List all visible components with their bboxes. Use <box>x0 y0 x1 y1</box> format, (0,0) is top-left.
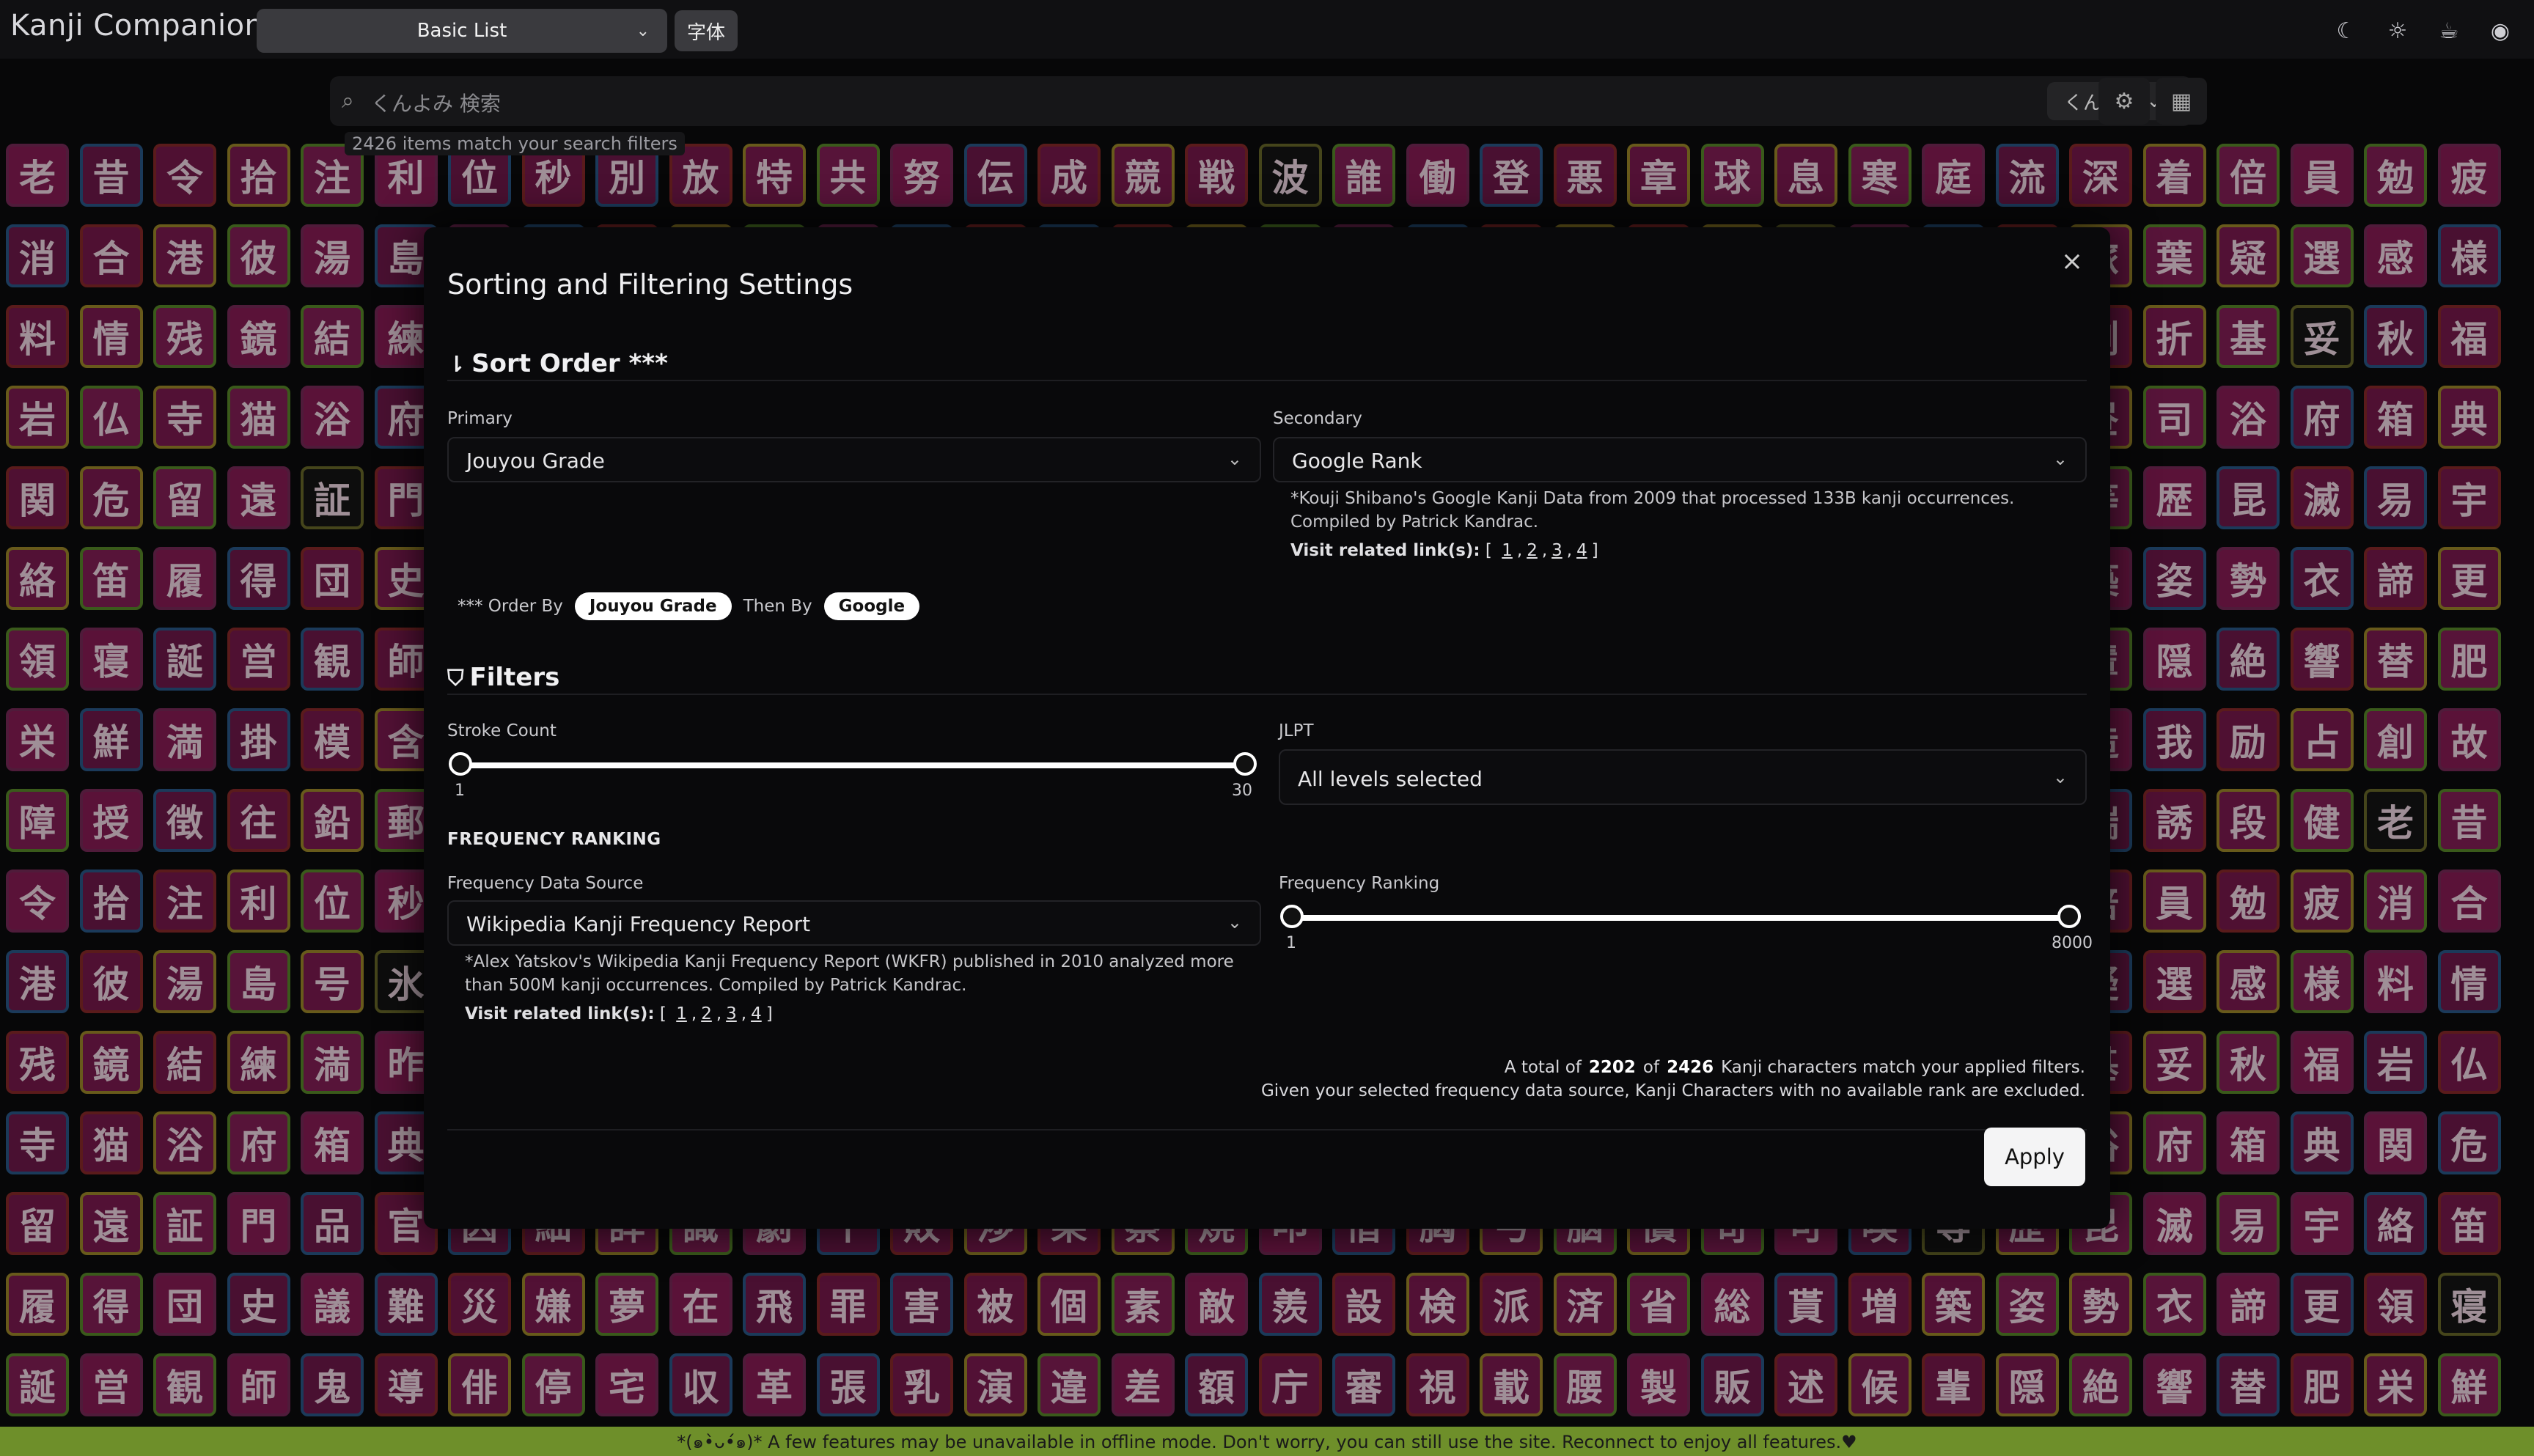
filters-heading: ⛉ Filters <box>447 663 560 692</box>
secondary-label: Secondary <box>1273 409 1362 428</box>
chevron-down-icon: ⌄ <box>636 22 650 40</box>
filter-summary: A total of 2202 of 2426 Kanji characters mat… <box>1261 1056 2085 1103</box>
settings-modal: × Sorting and Filtering Settings ⇂ Sort O… <box>424 227 2110 1229</box>
match-count-hint: 2426 items match your search filters <box>345 132 685 155</box>
total-count: 2426 <box>1667 1058 1714 1077</box>
stroke-min-handle[interactable] <box>449 752 472 776</box>
list-type-value: Basic List <box>416 20 507 42</box>
frequency-ranking-heading: FREQUENCY RANKING <box>447 830 661 849</box>
sort-order-heading: ⇂ Sort Order *** <box>447 349 668 378</box>
coffee-icon[interactable]: ☕ <box>2428 12 2469 50</box>
frequency-related-links: Visit related link(s): [ 1, 2, 3, 4] <box>465 1004 773 1023</box>
stroke-max-handle[interactable] <box>1233 752 1257 776</box>
primary-sort-value: Jouyou Grade <box>466 449 605 473</box>
exclusion-note: Given your selected frequency data sourc… <box>1260 1081 2085 1100</box>
moon-icon[interactable]: ☾ <box>2326 12 2367 50</box>
search-bar: ⌕ くんよみ 検索 くんよみ ⌄ <box>330 76 2192 126</box>
app-title: Kanji Companion <box>10 9 264 43</box>
related-link[interactable]: 1 <box>1502 541 1513 560</box>
order-by-chip: Jouyou Grade <box>574 592 732 620</box>
order-summary-row: *** Order By Jouyou Grade Then By Google <box>458 592 920 620</box>
close-icon[interactable]: × <box>2056 245 2088 277</box>
related-link[interactable]: 4 <box>1576 541 1587 560</box>
divider <box>447 380 2087 381</box>
jlpt-select[interactable]: All levels selected ⌄ <box>1279 749 2087 805</box>
then-by-chip: Google <box>823 592 920 620</box>
frequency-ranking-label: Frequency Ranking <box>1279 874 1440 893</box>
related-link[interactable]: 4 <box>751 1004 762 1023</box>
modal-title: Sorting and Filtering Settings <box>447 268 853 301</box>
frequency-ranking-slider-track[interactable] <box>1290 915 2075 921</box>
frequency-source-value: Wikipedia Kanji Frequency Report <box>466 912 811 936</box>
frequency-source-note: *Alex Yatskov's Wikipedia Kanji Frequenc… <box>465 952 1234 995</box>
apply-button[interactable]: Apply <box>1984 1128 2085 1186</box>
discord-icon[interactable]: ◉ <box>2480 12 2521 50</box>
chevron-down-icon: ⌄ <box>2052 449 2068 469</box>
related-link[interactable]: 2 <box>1527 541 1538 560</box>
matched-count: 2202 <box>1588 1058 1636 1077</box>
chevron-down-icon: ⌄ <box>1227 912 1242 933</box>
stroke-count-label: Stroke Count <box>447 721 557 740</box>
secondary-related-links: Visit related link(s): [ 1, 2, 3, 4] <box>1290 541 1598 560</box>
then-by-label: Then By <box>743 597 812 616</box>
ranking-min-handle[interactable] <box>1280 905 1304 928</box>
filter-settings-icon[interactable]: ⚙ <box>2098 78 2150 125</box>
ranking-max-handle[interactable] <box>2057 905 2081 928</box>
sort-icon: ⇂ <box>447 352 466 378</box>
primary-label: Primary <box>447 409 513 428</box>
top-bar: Kanji Companion Basic List ⌄ 字体 ☾ ☼ ☕ ◉ <box>0 0 2534 59</box>
search-icon: ⌕ <box>342 88 354 114</box>
primary-sort-select[interactable]: Jouyou Grade ⌄ <box>447 437 1261 482</box>
grid-view-icon[interactable]: ▦ <box>2156 78 2207 125</box>
offline-banner: *(๑•̀ᴗ•́๑)* A few features may be unavai… <box>0 1427 2534 1456</box>
related-link[interactable]: 1 <box>676 1004 687 1023</box>
jlpt-label: JLPT <box>1279 721 1314 740</box>
divider <box>447 1129 2087 1130</box>
list-type-select[interactable]: Basic List ⌄ <box>257 9 667 53</box>
related-link[interactable]: 3 <box>1551 541 1562 560</box>
frequency-source-select[interactable]: Wikipedia Kanji Frequency Report ⌄ <box>447 900 1261 946</box>
stroke-count-slider-track[interactable] <box>459 762 1251 768</box>
jlpt-value: All levels selected <box>1298 767 1483 791</box>
ranking-min-value: 1 <box>1286 934 1296 952</box>
secondary-sort-select[interactable]: Google Rank ⌄ <box>1273 437 2087 482</box>
secondary-source-note: *Kouji Shibano's Google Kanji Data from … <box>1290 489 2015 532</box>
font-toggle-button[interactable]: 字体 <box>675 10 738 51</box>
stroke-min-value: 1 <box>455 782 465 800</box>
divider <box>447 694 2087 695</box>
stroke-max-value: 30 <box>1232 782 1252 800</box>
order-by-label: *** Order By <box>458 597 563 616</box>
chevron-down-icon: ⌄ <box>1227 449 1242 469</box>
secondary-sort-value: Google Rank <box>1292 449 1422 473</box>
related-link[interactable]: 3 <box>726 1004 737 1023</box>
related-link[interactable]: 2 <box>701 1004 712 1023</box>
search-input[interactable]: くんよみ 検索 <box>371 88 501 117</box>
filter-icon: ⛉ <box>447 666 464 691</box>
chevron-down-icon: ⌄ <box>2052 767 2068 787</box>
sun-icon[interactable]: ☼ <box>2377 12 2418 50</box>
frequency-source-label: Frequency Data Source <box>447 874 644 893</box>
ranking-max-value: 8000 <box>2052 934 2093 952</box>
